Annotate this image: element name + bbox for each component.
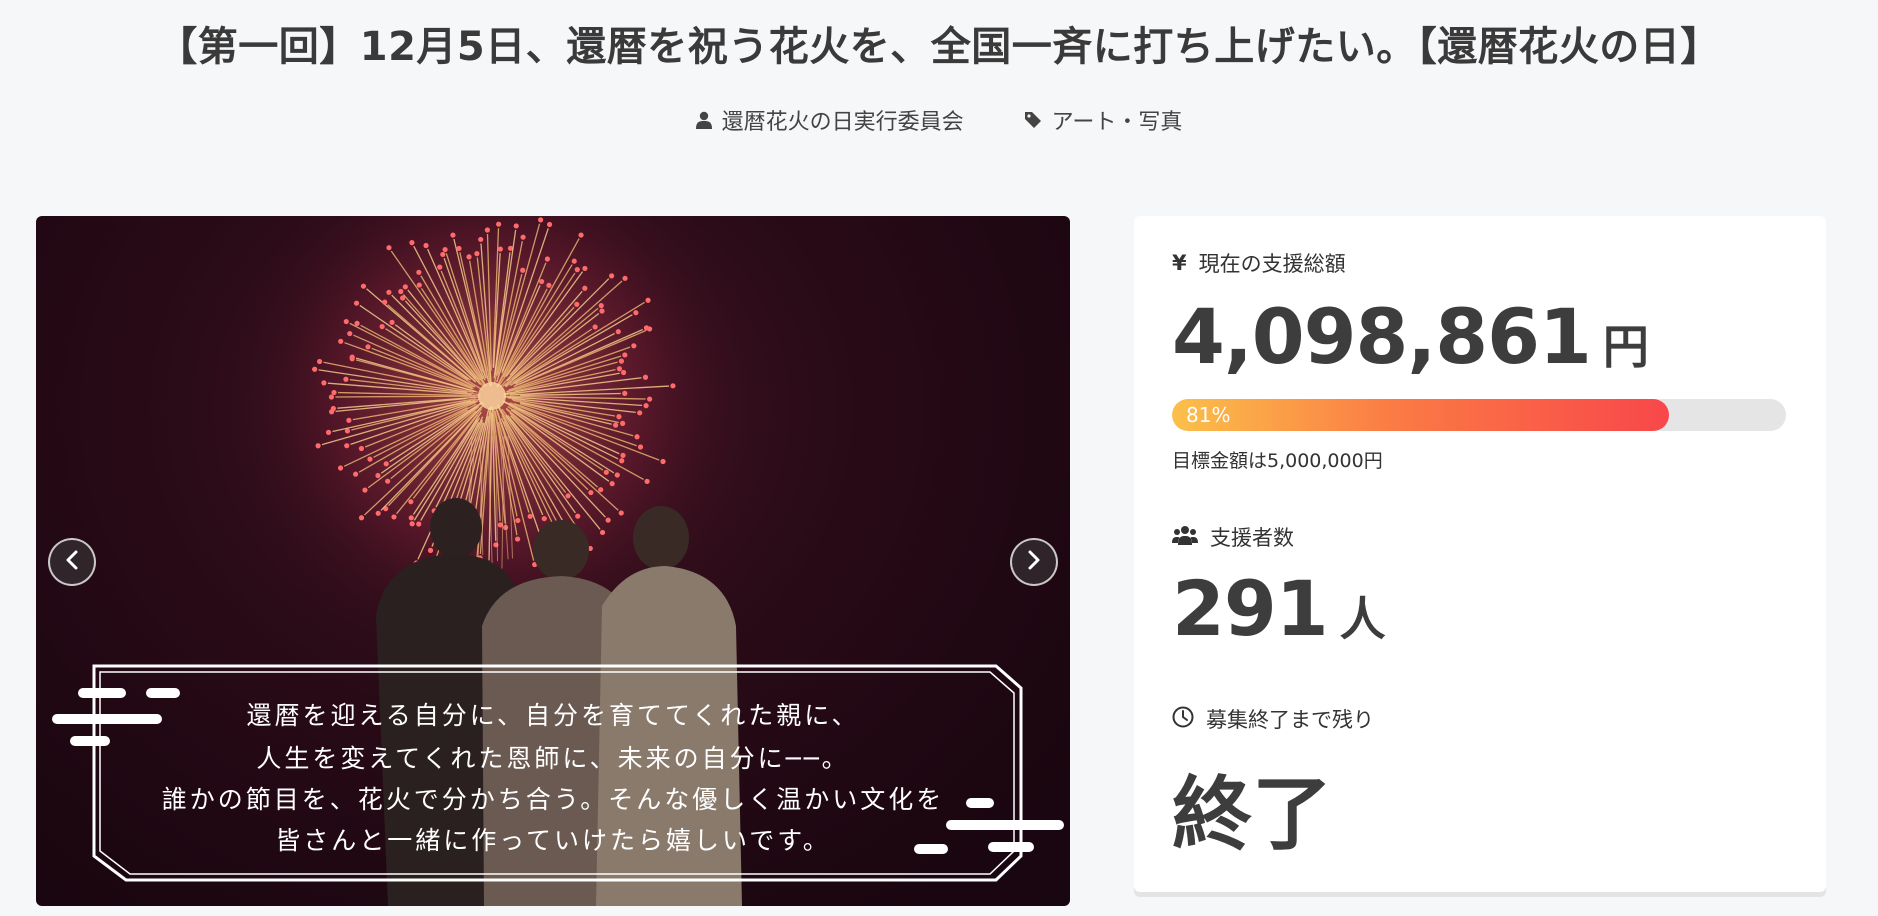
project-meta: 還暦花火の日実行委員会 アート・写真 xyxy=(0,104,1878,136)
supporters-unit: 人 xyxy=(1339,592,1386,646)
total-amount-label-row: ¥ 現在の支援総額 xyxy=(1172,248,1346,278)
carousel-prev-button[interactable] xyxy=(48,538,96,586)
caption-line-1: 還暦を迎える自分に、自分を育ててくれた親に、 xyxy=(246,701,860,730)
category-name: アート・写真 xyxy=(1051,110,1183,135)
supporters-value: 291 xyxy=(1172,564,1329,653)
total-amount-label: 現在の支援総額 xyxy=(1198,252,1346,276)
carousel-next-button[interactable] xyxy=(1010,538,1058,586)
hero-image-carousel[interactable]: 還暦を迎える自分に、自分を育ててくれた親に、 人生を変えてくれた恩師に、未来の自… xyxy=(36,216,1070,906)
tag-icon xyxy=(1024,111,1042,129)
total-amount-value: 4,098,861 xyxy=(1172,292,1592,381)
goal-amount: 目標金額は5,000,000円 xyxy=(1172,450,1383,472)
chevron-right-icon xyxy=(1026,550,1042,574)
funding-stats-panel: ¥ 現在の支援総額 4,098,861 円 81% 目標金額は5,000,000円… xyxy=(1134,216,1826,892)
supporters-count: 291 人 xyxy=(1172,564,1386,653)
progress-percent: 81% xyxy=(1186,403,1231,427)
owner-link[interactable]: 還暦花火の日実行委員会 xyxy=(695,104,964,136)
remaining-value: 終了 xyxy=(1172,768,1332,861)
supporters-label-row: 支援者数 xyxy=(1172,522,1294,552)
chevron-left-icon xyxy=(64,550,80,574)
supporters-label: 支援者数 xyxy=(1210,526,1294,550)
page-title: 【第一回】12月5日、還暦を祝う花火を、全国一斉に打ち上げたい。【還暦花火の日】 xyxy=(157,24,1721,70)
users-icon xyxy=(1172,525,1198,550)
progress-bar: 81% xyxy=(1172,399,1786,431)
total-amount: 4,098,861 円 xyxy=(1172,292,1649,381)
clock-icon xyxy=(1172,706,1194,733)
caption-line-4: 皆さんと一緒に作っていけたら嬉しいです。 xyxy=(275,826,831,855)
caption-line-2: 人生を変えてくれた恩師に、未来の自分に──。 xyxy=(256,744,850,773)
total-amount-unit: 円 xyxy=(1602,320,1649,374)
remaining-label-row: 募集終了まで残り xyxy=(1172,704,1374,734)
owner-name: 還暦花火の日実行委員会 xyxy=(721,110,964,135)
remaining-label: 募集終了まで残り xyxy=(1206,708,1374,732)
progress-bar-fill xyxy=(1172,399,1670,431)
category-link[interactable]: アート・写真 xyxy=(1024,104,1183,136)
caption-line-3: 誰かの節目を、花火で分かち合う。そんな優しく温かい文化を xyxy=(161,785,945,814)
user-icon xyxy=(695,111,712,129)
yen-icon: ¥ xyxy=(1172,251,1187,275)
